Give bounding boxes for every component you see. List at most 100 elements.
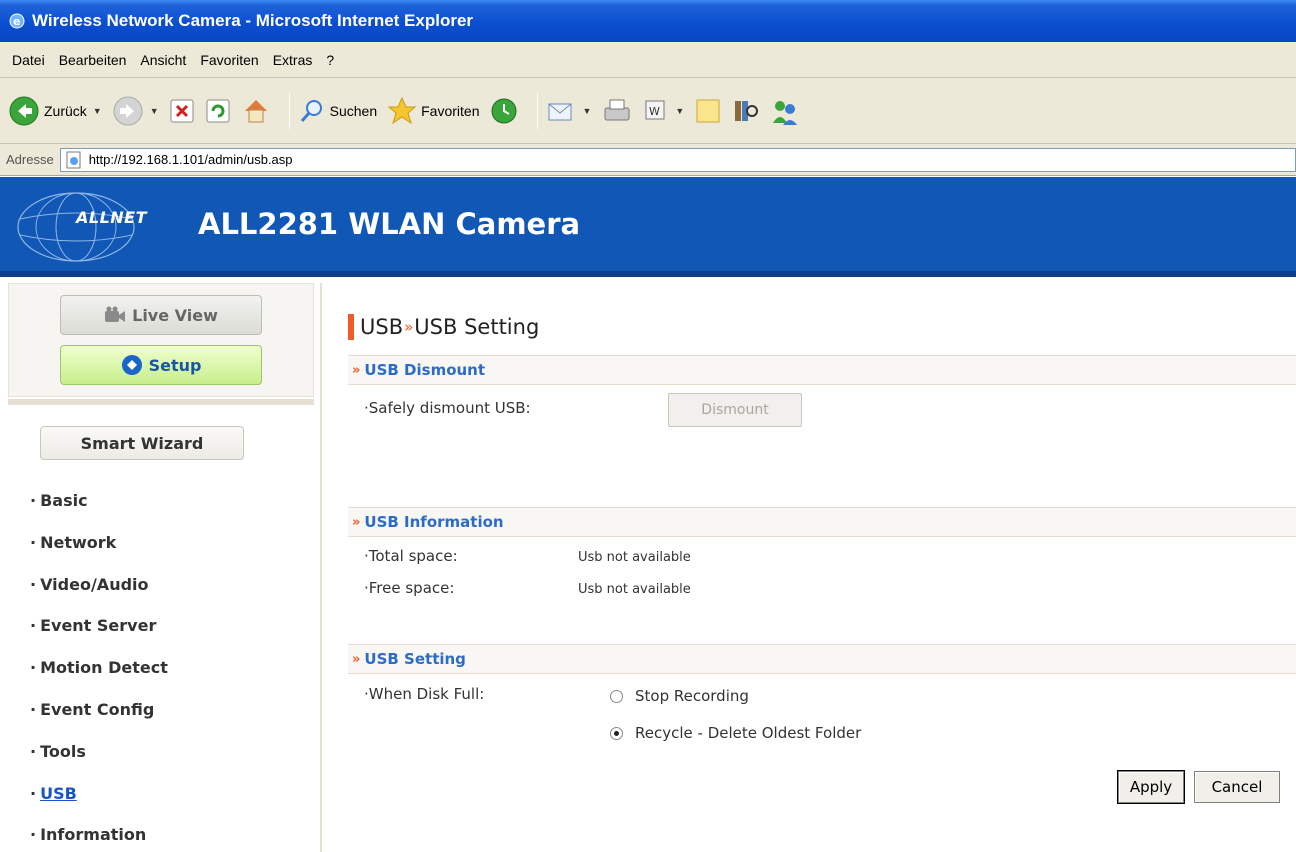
favorites-button[interactable]: Favoriten	[387, 96, 479, 126]
history-button[interactable]	[489, 96, 519, 126]
setup-button[interactable]: Setup	[60, 345, 262, 385]
menu-extras[interactable]: Extras	[267, 52, 321, 68]
favorites-label: Favoriten	[421, 102, 480, 119]
mail-icon	[548, 103, 572, 120]
menu-help[interactable]: ?	[320, 52, 342, 68]
cancel-button[interactable]: Cancel	[1194, 771, 1280, 803]
toolbar-separator	[537, 92, 539, 129]
radio-label: Stop Recording	[635, 687, 749, 705]
dropdown-caret-icon[interactable]: ▼	[675, 106, 684, 116]
sidebar-item-event-config[interactable]: · Event Config	[30, 700, 168, 742]
apply-button[interactable]: Apply	[1117, 770, 1185, 804]
dropdown-caret-icon[interactable]: ▼	[150, 106, 159, 116]
mail-button[interactable]: ▼	[546, 96, 591, 126]
sidebar-item-event-server[interactable]: · Event Server	[30, 616, 168, 658]
live-view-button[interactable]: Live View	[60, 295, 262, 335]
free-space-value: Usb not available	[578, 582, 691, 597]
dropdown-caret-icon[interactable]: ▼	[93, 106, 102, 116]
disk-full-label: ·When Disk Full:	[364, 685, 485, 703]
search-button[interactable]: Suchen	[298, 97, 377, 125]
main-content: USB » USB Setting » USB Dismount ·Safely…	[322, 283, 1296, 852]
sidebar-divider	[8, 399, 314, 405]
back-button[interactable]: Zurück ▼	[8, 95, 102, 127]
dropdown-caret-icon[interactable]: ▼	[582, 106, 591, 116]
refresh-button[interactable]	[205, 98, 231, 124]
home-button[interactable]	[241, 96, 271, 126]
page-icon	[66, 151, 81, 168]
chevron-right-icon: »	[352, 362, 361, 378]
radio-button[interactable]	[610, 726, 623, 740]
product-title: ALL2281 WLAN Camera	[198, 207, 581, 241]
title-accent-bar	[348, 314, 354, 340]
setup-menu: · Basic · Network · Video/Audio · Event Serv…	[30, 491, 168, 852]
messenger-button[interactable]	[770, 97, 800, 125]
sidebar-item-label: Basic	[40, 491, 88, 510]
menu-bearbeiten[interactable]: Bearbeiten	[53, 52, 135, 68]
radio-label: Recycle - Delete Oldest Folder	[635, 724, 862, 742]
menu-datei[interactable]: Datei	[6, 52, 53, 68]
section-usb-setting: » USB Setting	[348, 644, 1296, 674]
setup-label: Setup	[148, 355, 202, 375]
stop-button[interactable]	[169, 98, 195, 124]
dismount-label: ·Safely dismount USB:	[364, 399, 531, 417]
research-button[interactable]	[732, 97, 760, 125]
toolbar-separator	[288, 92, 290, 129]
sidebar-item-video-audio[interactable]: · Video/Audio	[30, 575, 168, 617]
chevron-right-icon: »	[352, 514, 361, 530]
section-usb-information: » USB Information	[348, 507, 1296, 537]
refresh-icon	[206, 99, 230, 122]
sidebar-item-label: USB	[40, 783, 77, 803]
back-label: Zurück	[44, 102, 87, 119]
sidebar-item-label: Video/Audio	[40, 574, 149, 594]
edit-button[interactable]: W ▼	[643, 98, 684, 124]
sidebar-item-information[interactable]: · Information	[30, 825, 168, 852]
sidebar-item-motion-detect[interactable]: · Motion Detect	[30, 658, 168, 700]
sidebar-item-network[interactable]: · Network	[30, 533, 168, 575]
ie-icon: e	[9, 13, 25, 29]
radio-button[interactable]	[610, 689, 623, 703]
address-label: Adresse	[6, 152, 54, 167]
setup-icon	[121, 355, 142, 375]
camera-icon	[105, 306, 126, 322]
address-input[interactable]: http://192.168.1.101/admin/usb.asp	[59, 147, 1296, 172]
address-bar: Adresse http://192.168.1.101/admin/usb.a…	[0, 144, 1296, 176]
home-icon	[244, 99, 267, 122]
chevron-right-icon: »	[352, 651, 361, 667]
radio-recycle[interactable]: Recycle - Delete Oldest Folder	[610, 724, 861, 742]
note-icon	[696, 99, 720, 122]
forward-arrow-icon	[113, 96, 143, 125]
page-title: USB » USB Setting	[348, 314, 539, 340]
svg-text:e: e	[13, 15, 20, 28]
section-usb-dismount: » USB Dismount	[348, 355, 1296, 385]
print-button[interactable]	[601, 96, 633, 126]
dismount-button[interactable]: Dismount	[668, 393, 802, 427]
search-icon	[300, 99, 322, 122]
messenger-icon	[773, 100, 798, 125]
menu-ansicht[interactable]: Ansicht	[134, 52, 194, 68]
live-view-label: Live View	[132, 305, 218, 325]
menu-bar: Datei Bearbeiten Ansicht Favoriten Extra…	[0, 42, 1296, 78]
menu-favoriten[interactable]: Favoriten	[194, 52, 266, 68]
sidebar-item-label: Network	[40, 532, 117, 552]
radio-stop-recording[interactable]: Stop Recording	[610, 687, 749, 705]
sidebar-item-basic[interactable]: · Basic	[30, 491, 168, 533]
forward-button[interactable]: ▼	[112, 95, 159, 127]
printer-icon	[604, 99, 630, 120]
sidebar-item-label: Event Server	[40, 616, 157, 636]
sidebar-item-label: Tools	[40, 741, 86, 761]
smart-wizard-button[interactable]: Smart Wizard	[40, 426, 244, 460]
globe-logo-icon	[17, 192, 135, 262]
section-heading: USB Dismount	[364, 361, 486, 379]
window-title: Wireless Network Camera - Microsoft Inte…	[32, 11, 474, 30]
address-url: http://192.168.1.101/admin/usb.asp	[88, 152, 293, 167]
sidebar-item-label: Event Config	[40, 699, 155, 719]
browser-toolbar: Zurück ▼ ▼ Suchen Favoriten ▼ W ▼	[0, 78, 1296, 144]
discuss-button[interactable]	[694, 97, 722, 125]
research-icon	[735, 100, 759, 121]
sidebar-item-label: Motion Detect	[40, 658, 168, 678]
sidebar-item-usb[interactable]: · USB	[30, 784, 168, 826]
word-icon: W	[645, 100, 665, 119]
free-space-label: ·Free space:	[364, 579, 455, 597]
total-space-value: Usb not available	[578, 550, 691, 565]
sidebar-item-tools[interactable]: · Tools	[30, 742, 168, 784]
